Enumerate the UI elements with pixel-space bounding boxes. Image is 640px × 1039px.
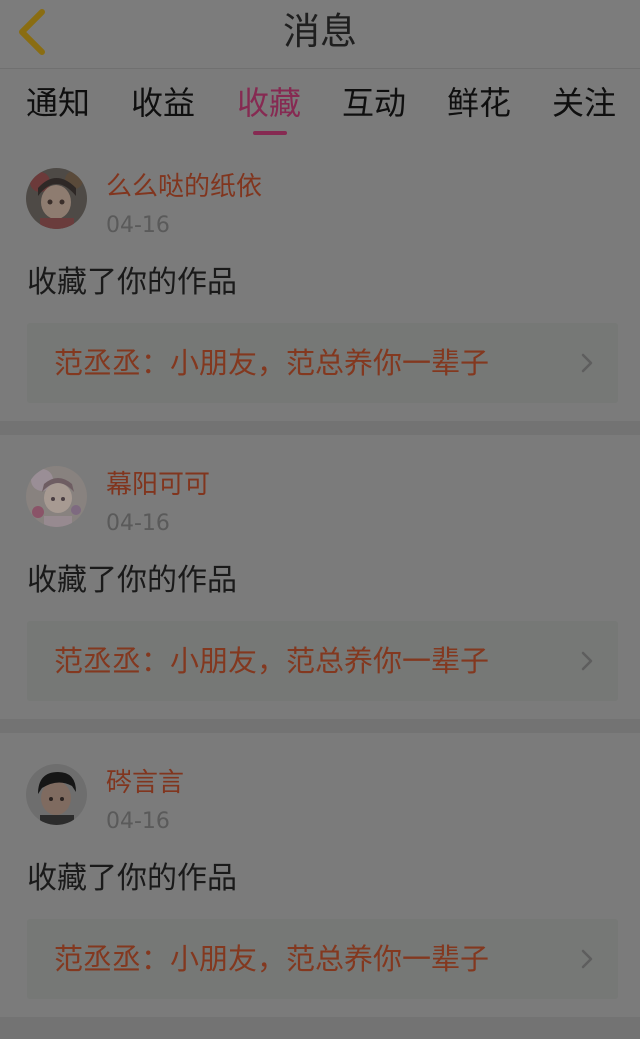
- username-link[interactable]: 幕阳可可: [106, 468, 210, 502]
- list-item: 硶言言 04-16 收藏了你的作品 范丞丞：小朋友，范总养你一辈子: [0, 733, 640, 1017]
- message-text: 收藏了你的作品: [27, 265, 237, 300]
- tab-follows[interactable]: 关注: [552, 83, 616, 123]
- work-link[interactable]: 范丞丞：小朋友，范总养你一辈子: [27, 919, 618, 999]
- active-tab-indicator: [253, 131, 287, 135]
- avatar[interactable]: [26, 764, 87, 825]
- avatar[interactable]: [26, 466, 87, 527]
- avatar[interactable]: [26, 168, 87, 229]
- avatar-image: [26, 764, 87, 825]
- avatar-image: [26, 466, 87, 527]
- work-title: 范丞丞：小朋友，范总养你一辈子: [54, 942, 490, 976]
- tab-earnings[interactable]: 收益: [131, 83, 195, 123]
- divider: [0, 719, 640, 733]
- work-link[interactable]: 范丞丞：小朋友，范总养你一辈子: [27, 323, 618, 403]
- message-date: 04-16: [106, 809, 170, 834]
- work-title: 范丞丞：小朋友，范总养你一辈子: [54, 346, 490, 380]
- message-date: 04-16: [106, 213, 170, 238]
- tab-notifications[interactable]: 通知: [26, 83, 90, 123]
- username-link[interactable]: 么么哒的纸依: [106, 170, 262, 204]
- tab-flowers[interactable]: 鲜花: [447, 83, 511, 123]
- tab-interactions[interactable]: 互动: [342, 83, 406, 123]
- list-item: 幕阳可可 04-16 收藏了你的作品 范丞丞：小朋友，范总养你一辈子: [0, 435, 640, 719]
- username-link[interactable]: 硶言言: [106, 766, 184, 800]
- messages-screen: 消息 通知 收益 收藏 互动 鲜花 关注 么么哒的纸依 04-16 收藏了你的作…: [0, 0, 640, 1039]
- nav-bar: 消息: [0, 0, 640, 69]
- chevron-right-icon: [581, 353, 593, 373]
- list-item: 么么哒的纸依 04-16 收藏了你的作品 范丞丞：小朋友，范总养你一辈子: [0, 137, 640, 421]
- work-title: 范丞丞：小朋友，范总养你一辈子: [54, 644, 490, 678]
- tab-favorites[interactable]: 收藏: [237, 83, 301, 123]
- page-title: 消息: [283, 10, 357, 53]
- message-text: 收藏了你的作品: [27, 563, 237, 598]
- avatar-image: [26, 168, 87, 229]
- divider: [0, 1017, 640, 1039]
- divider: [0, 421, 640, 435]
- chevron-right-icon: [581, 651, 593, 671]
- chevron-right-icon: [581, 949, 593, 969]
- message-date: 04-16: [106, 511, 170, 536]
- tab-bar: 通知 收益 收藏 互动 鲜花 关注: [0, 69, 640, 137]
- work-link[interactable]: 范丞丞：小朋友，范总养你一辈子: [27, 621, 618, 701]
- message-text: 收藏了你的作品: [27, 861, 237, 896]
